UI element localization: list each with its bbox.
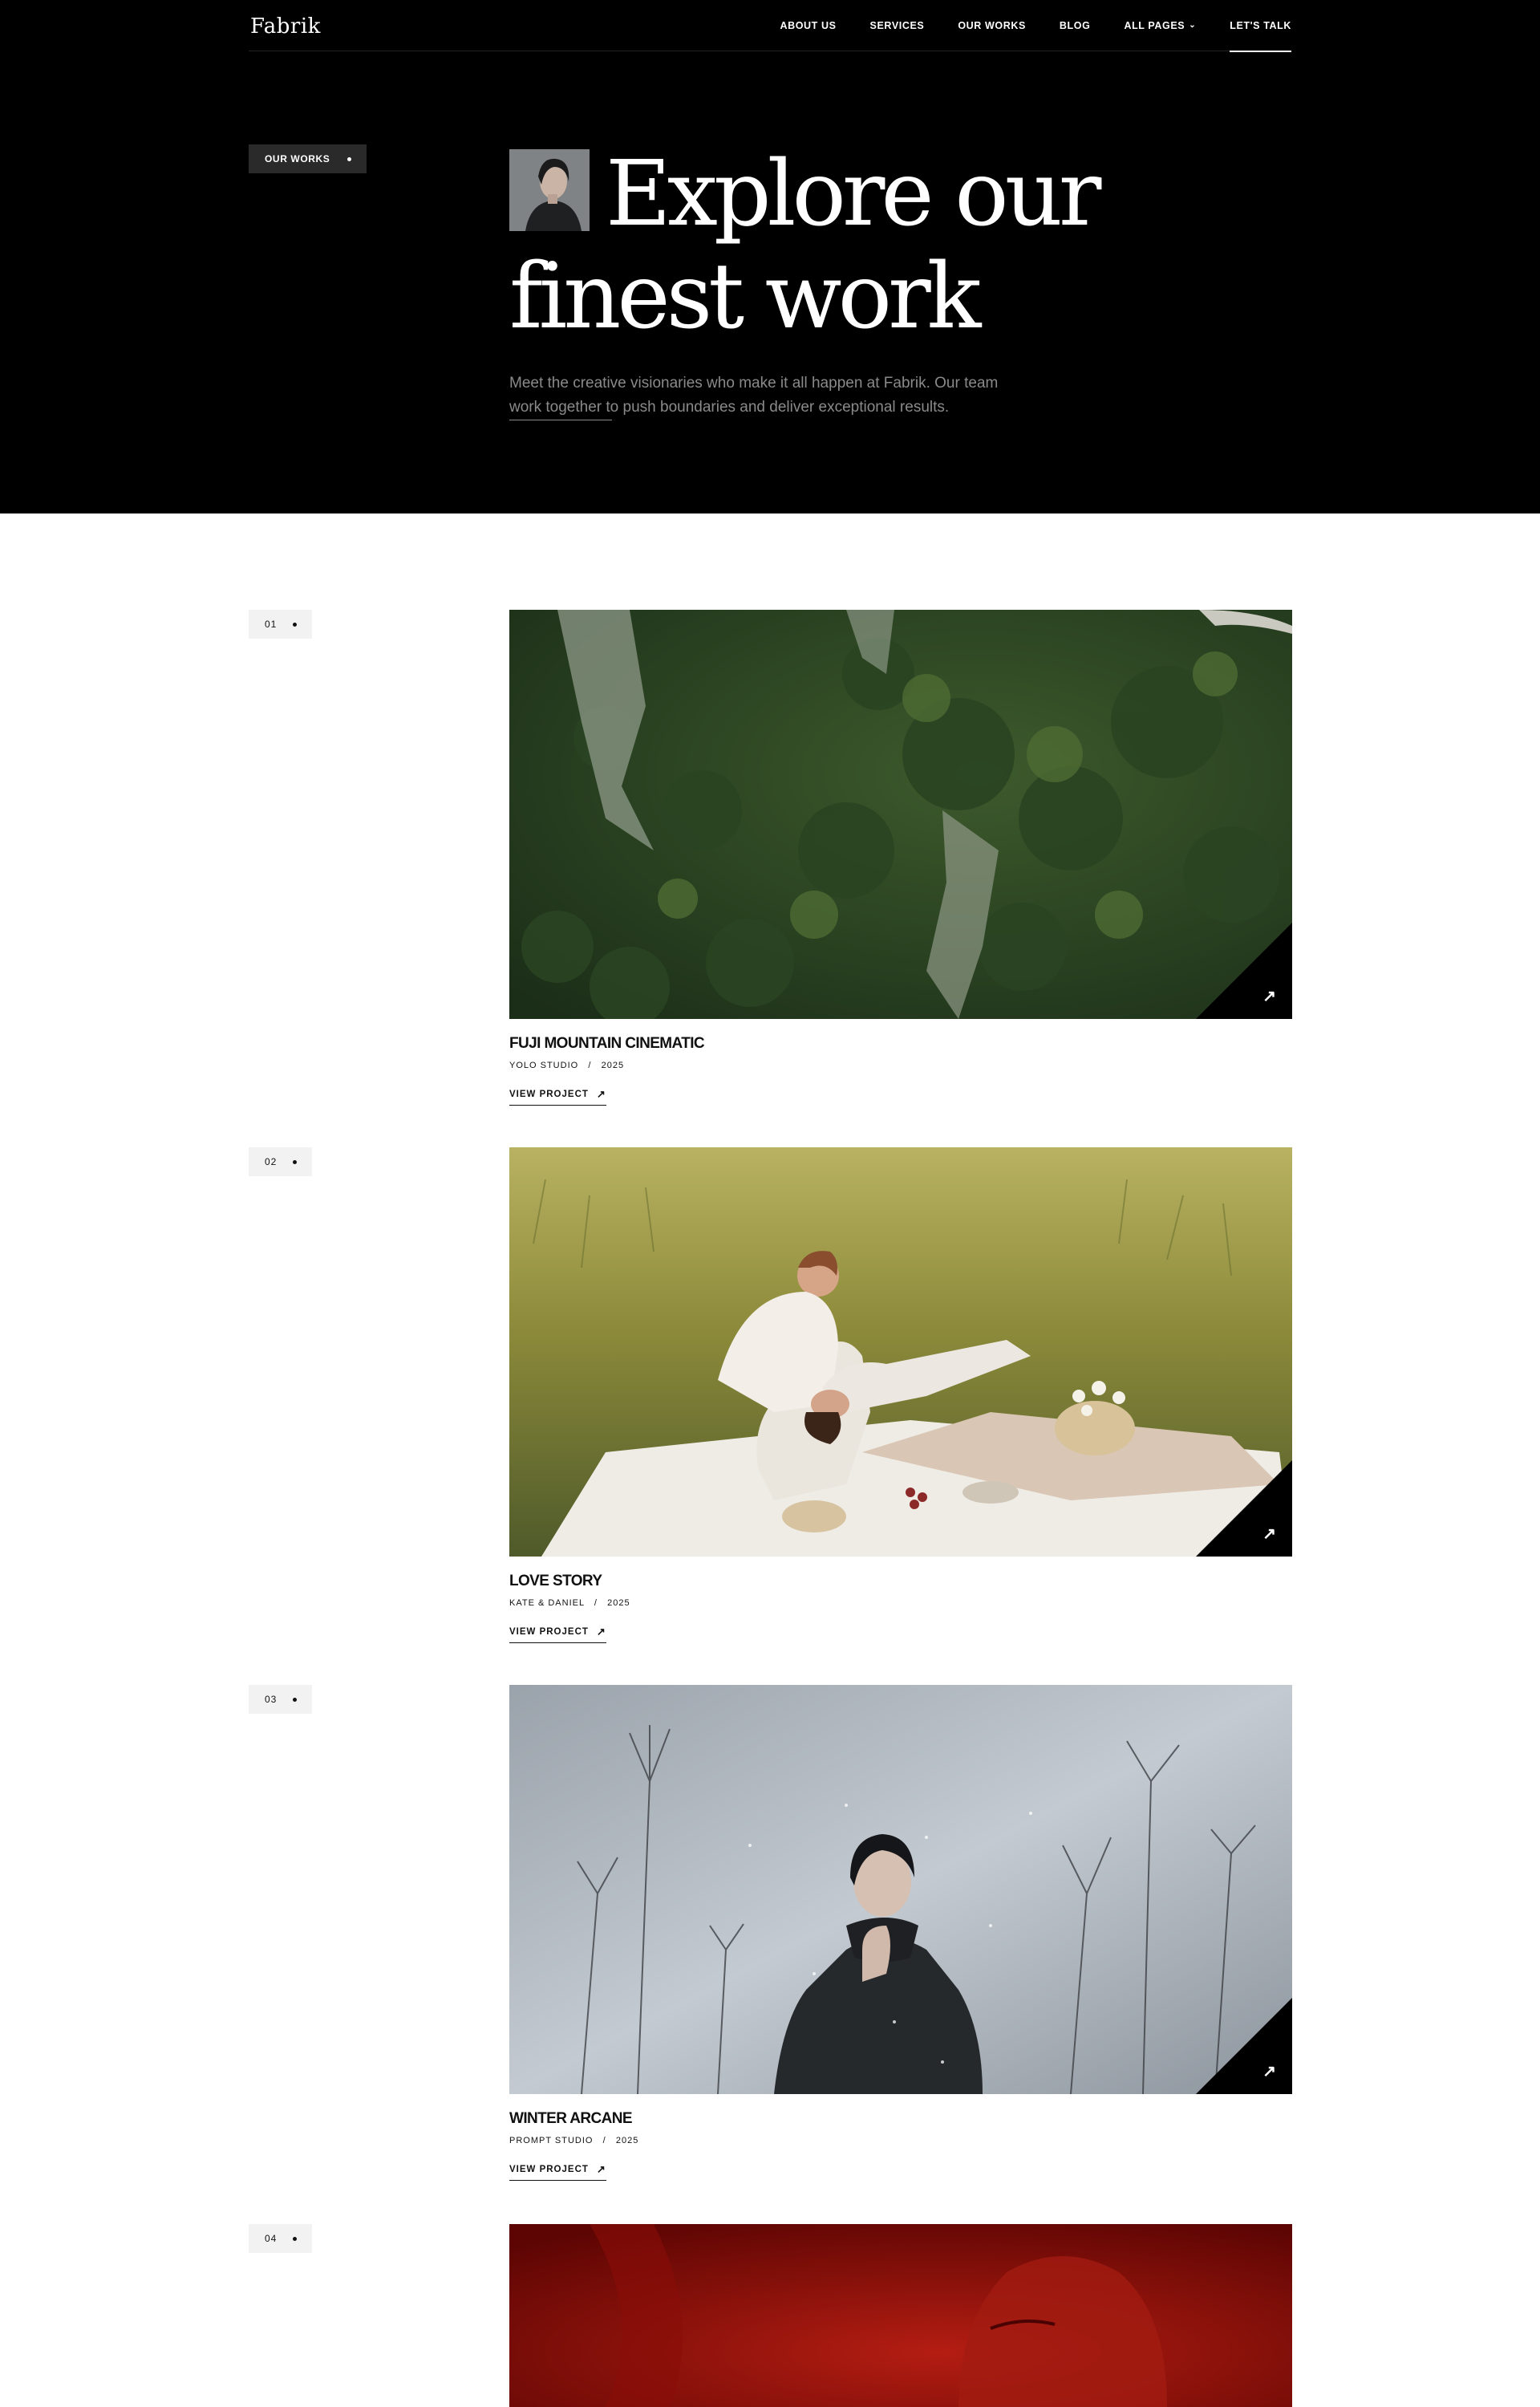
meta-separator: / xyxy=(582,1061,598,1070)
project-image[interactable]: ↗ xyxy=(509,1685,1292,2094)
view-project-link[interactable]: VIEW PROJECT ↗ xyxy=(509,1626,606,1643)
view-project-label: VIEW PROJECT xyxy=(509,1090,589,1099)
nav-all-pages-label: ALL PAGES xyxy=(1124,20,1185,31)
nav-links: ABOUT US SERVICES OUR WORKS BLOG ALL PAG… xyxy=(746,0,1291,52)
nav-blog[interactable]: BLOG xyxy=(1060,20,1091,31)
project-image[interactable]: ↗ xyxy=(509,610,1292,1019)
lets-talk-button[interactable]: LET'S TALK xyxy=(1230,0,1291,52)
arrow-up-right-icon: ↗ xyxy=(596,1088,606,1100)
project-number-badge: 03 xyxy=(249,1685,312,1714)
project-title: LOVE STORY xyxy=(509,1573,602,1589)
project-year: 2025 xyxy=(615,2136,639,2145)
hero-title-line2: finest work xyxy=(509,245,981,349)
arrow-up-right-icon: ↗ xyxy=(1262,988,1276,1005)
nav-our-works[interactable]: OUR WORKS xyxy=(958,20,1026,31)
project-year: 2025 xyxy=(601,1061,625,1070)
project-title: FUJI MOUNTAIN CINEMATIC xyxy=(509,1035,705,1052)
project-number: 01 xyxy=(265,619,278,630)
project-client: YOLO STUDIO xyxy=(509,1061,579,1070)
view-project-link[interactable]: VIEW PROJECT ↗ xyxy=(509,1088,606,1106)
project-corner xyxy=(1196,1460,1292,1557)
hero-title-line1: Explore our xyxy=(606,142,1101,246)
badge-dot-icon xyxy=(293,1697,298,1702)
project-number-badge: 02 xyxy=(249,1147,312,1176)
project-number-badge: 01 xyxy=(249,610,312,639)
chevron-down-icon: ⌄ xyxy=(1189,20,1197,30)
project-year: 2025 xyxy=(607,1598,630,1608)
project-number-badge: 04 xyxy=(249,2224,312,2253)
project-meta: PROMPT STUDIO / 2025 xyxy=(509,2136,638,2145)
project-image[interactable] xyxy=(509,2224,1292,2407)
nav-services[interactable]: SERVICES xyxy=(870,20,925,31)
badge-dot-icon xyxy=(347,156,352,161)
logo[interactable]: Fabrik xyxy=(250,14,321,39)
arrow-up-right-icon: ↗ xyxy=(596,2163,606,2175)
hero-section: Fabrik ABOUT US SERVICES OUR WORKS BLOG … xyxy=(0,0,1540,513)
project-number: 02 xyxy=(265,1156,278,1167)
section-badge-label: OUR WORKS xyxy=(265,153,330,164)
meta-separator: / xyxy=(596,2136,613,2145)
badge-dot-icon xyxy=(293,2236,298,2241)
project-title: WINTER ARCANE xyxy=(509,2110,633,2127)
project-meta: KATE & DANIEL / 2025 xyxy=(509,1598,630,1608)
nav-about-us[interactable]: ABOUT US xyxy=(780,20,836,31)
project-number: 04 xyxy=(265,2233,278,2244)
project-number: 03 xyxy=(265,1694,278,1705)
view-project-link[interactable]: VIEW PROJECT ↗ xyxy=(509,2163,606,2181)
project-client: KATE & DANIEL xyxy=(509,1598,585,1608)
hero-title: Explore our finest work xyxy=(509,143,1231,348)
main-nav: Fabrik ABOUT US SERVICES OUR WORKS BLOG … xyxy=(249,0,1291,52)
project-image[interactable]: ↗ xyxy=(509,1147,1292,1557)
view-project-label: VIEW PROJECT xyxy=(509,1627,589,1637)
section-badge: OUR WORKS xyxy=(249,144,367,173)
project-corner xyxy=(1196,923,1292,1019)
hero-subtitle: Meet the creative visionaries who make i… xyxy=(509,375,999,416)
arrow-up-right-icon: ↗ xyxy=(1262,1525,1276,1543)
meta-separator: / xyxy=(587,1598,605,1608)
nav-all-pages[interactable]: ALL PAGES ⌄ xyxy=(1124,20,1196,31)
arrow-up-right-icon: ↗ xyxy=(1262,2063,1276,2080)
view-project-label: VIEW PROJECT xyxy=(509,2165,589,2174)
badge-dot-icon xyxy=(293,622,298,627)
badge-dot-icon xyxy=(293,1159,298,1164)
project-client: PROMPT STUDIO xyxy=(509,2136,594,2145)
arrow-up-right-icon: ↗ xyxy=(596,1626,606,1638)
project-corner xyxy=(1196,1998,1292,2094)
project-meta: YOLO STUDIO / 2025 xyxy=(509,1061,624,1070)
